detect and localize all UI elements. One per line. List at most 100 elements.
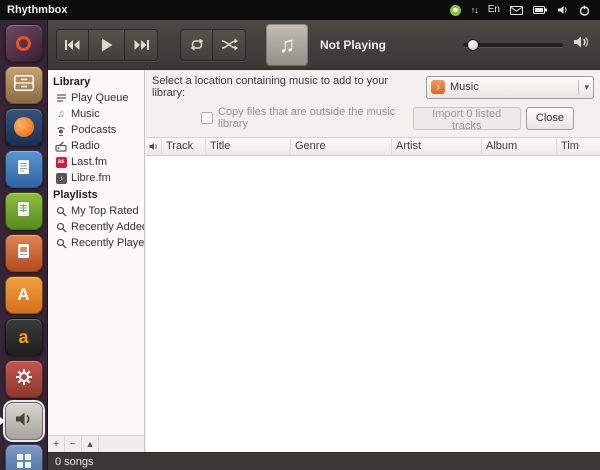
gear-icon — [15, 368, 33, 391]
shuffle-button[interactable] — [213, 30, 245, 60]
sound-icon[interactable] — [557, 2, 569, 18]
sidebar-item-radio[interactable]: Radio — [48, 138, 144, 154]
launcher-item-software-center[interactable]: A — [5, 276, 43, 314]
sidebar-item-label: Music — [71, 108, 100, 120]
play-button[interactable] — [89, 30, 125, 60]
sidebar-item-my-top-rated[interactable]: My Top Rated — [48, 203, 144, 219]
column-header-title[interactable]: Title — [206, 138, 291, 155]
sidebar-item-label: Podcasts — [71, 124, 116, 136]
column-header-artist[interactable]: Artist — [392, 138, 482, 155]
messages-icon[interactable] — [450, 2, 461, 18]
indicator-area: ↑↓ En — [450, 2, 600, 18]
podcast-icon — [55, 125, 67, 136]
session-power-icon[interactable] — [579, 2, 590, 18]
chat-bubble-icon — [450, 5, 461, 16]
copy-files-checkbox[interactable] — [201, 112, 213, 124]
music-note-icon: ♫ — [279, 32, 296, 58]
music-folder-icon: ♪ — [431, 80, 445, 94]
launcher-item-libreoffice-writer[interactable] — [5, 150, 43, 188]
previous-button[interactable] — [57, 30, 89, 60]
import-view: Select a location containing music to ad… — [146, 70, 600, 452]
volume-speaker-icon[interactable] — [573, 35, 590, 54]
source-sidebar: Library Play Queue ♫ Music Podcasts Radi… — [48, 70, 145, 452]
launcher-item-dash-home[interactable] — [5, 24, 43, 62]
firefox-icon — [14, 117, 34, 137]
playlists-section-header: Playlists — [48, 186, 144, 203]
sidebar-item-podcasts[interactable]: Podcasts — [48, 122, 144, 138]
chevron-down-icon: ▾ — [578, 80, 589, 95]
column-header-track[interactable]: Track — [162, 138, 206, 155]
location-label: Select a location containing music to ad… — [152, 75, 420, 99]
sidebar-item-label: Recently Played — [71, 237, 144, 249]
song-count: 0 songs — [55, 456, 94, 468]
launcher-item-libreoffice-impress[interactable] — [5, 234, 43, 272]
play-queue-icon — [55, 93, 67, 103]
sidebar-item-recently-added[interactable]: Recently Added — [48, 219, 144, 235]
battery-icon[interactable] — [533, 2, 547, 18]
column-header-time[interactable]: Tim — [557, 138, 600, 155]
amazon-icon: a — [18, 327, 28, 348]
document-icon — [17, 159, 30, 180]
eject-button[interactable]: ▴ — [82, 436, 99, 452]
sidebar-item-label: Play Queue — [71, 92, 128, 104]
auto-playlist-icon — [55, 238, 67, 249]
launcher-item-amazon[interactable]: a — [5, 318, 43, 356]
source-list: Library Play Queue ♫ Music Podcasts Radi… — [48, 70, 144, 435]
track-table-header: Track Title Genre Artist Album Tim — [146, 137, 600, 156]
now-playing-column-icon[interactable] — [146, 138, 162, 155]
volume-slider-handle[interactable] — [467, 39, 479, 51]
sidebar-item-lastfm[interactable]: as Last.fm — [48, 154, 144, 170]
lastfm-icon: as — [55, 157, 67, 168]
playback-mode-controls — [180, 29, 246, 61]
file-cabinet-icon — [14, 75, 34, 96]
sidebar-item-recently-played[interactable]: Recently Played — [48, 235, 144, 251]
software-center-icon: A — [17, 285, 29, 305]
mail-icon[interactable] — [510, 2, 523, 18]
launcher-item-workspace-switcher[interactable] — [5, 444, 43, 470]
now-playing-label: Not Playing — [320, 38, 386, 52]
launcher-item-firefox[interactable] — [5, 108, 43, 146]
library-section-header: Library — [48, 73, 144, 90]
keyboard-layout-indicator[interactable]: En — [488, 2, 500, 18]
close-button[interactable]: Close — [526, 107, 574, 130]
top-panel: Rhythmbox ↑↓ En — [0, 0, 600, 20]
music-folder-chooser[interactable]: ♪ Music ▾ — [426, 76, 594, 99]
import-buttons: Import 0 listed tracks Close — [413, 107, 574, 130]
next-button[interactable] — [125, 30, 157, 60]
import-actions-row: Copy files that are outside the music li… — [146, 102, 600, 137]
desktop: Rhythmbox ↑↓ En — [0, 0, 600, 470]
sidebar-item-label: Recently Added — [71, 221, 144, 233]
column-header-genre[interactable]: Genre — [291, 138, 392, 155]
track-table-body — [146, 156, 600, 452]
launcher-item-rhythmbox[interactable] — [5, 402, 43, 440]
auto-playlist-icon — [55, 206, 67, 217]
repeat-button[interactable] — [181, 30, 213, 60]
remove-source-button[interactable]: − — [65, 436, 82, 452]
launcher-item-system-settings[interactable] — [5, 360, 43, 398]
librefm-icon: ♪ — [55, 173, 67, 184]
sidebar-item-label: Radio — [71, 140, 100, 152]
sidebar-item-librefm[interactable]: ♪ Libre.fm — [48, 170, 144, 186]
radio-icon — [55, 141, 67, 152]
copy-files-label: Copy files that are outside the music li… — [218, 106, 413, 130]
rhythmbox-window: ♫ Not Playing Library Play Queue — [48, 20, 600, 470]
sidebar-item-music[interactable]: ♫ Music — [48, 106, 144, 122]
folder-note-glyph: ♪ — [436, 82, 441, 92]
column-header-album[interactable]: Album — [482, 138, 557, 155]
status-bar: 0 songs — [48, 452, 600, 470]
transport-controls — [56, 29, 158, 61]
sidebar-item-play-queue[interactable]: Play Queue — [48, 90, 144, 106]
import-tracks-button[interactable]: Import 0 listed tracks — [413, 107, 521, 130]
location-value: Music — [450, 81, 573, 93]
player-toolbar: ♫ Not Playing — [48, 20, 600, 70]
speaker-icon — [15, 411, 33, 432]
add-source-button[interactable]: + — [48, 436, 65, 452]
music-note-icon: ♫ — [55, 109, 67, 120]
launcher-item-files[interactable] — [5, 66, 43, 104]
sync-arrows-icon[interactable]: ↑↓ — [471, 2, 478, 18]
launcher-item-libreoffice-calc[interactable] — [5, 192, 43, 230]
location-row: Select a location containing music to ad… — [146, 70, 600, 102]
volume-slider[interactable] — [463, 43, 563, 47]
sidebar-item-label: Last.fm — [71, 156, 107, 168]
sidebar-item-label: My Top Rated — [71, 205, 139, 217]
